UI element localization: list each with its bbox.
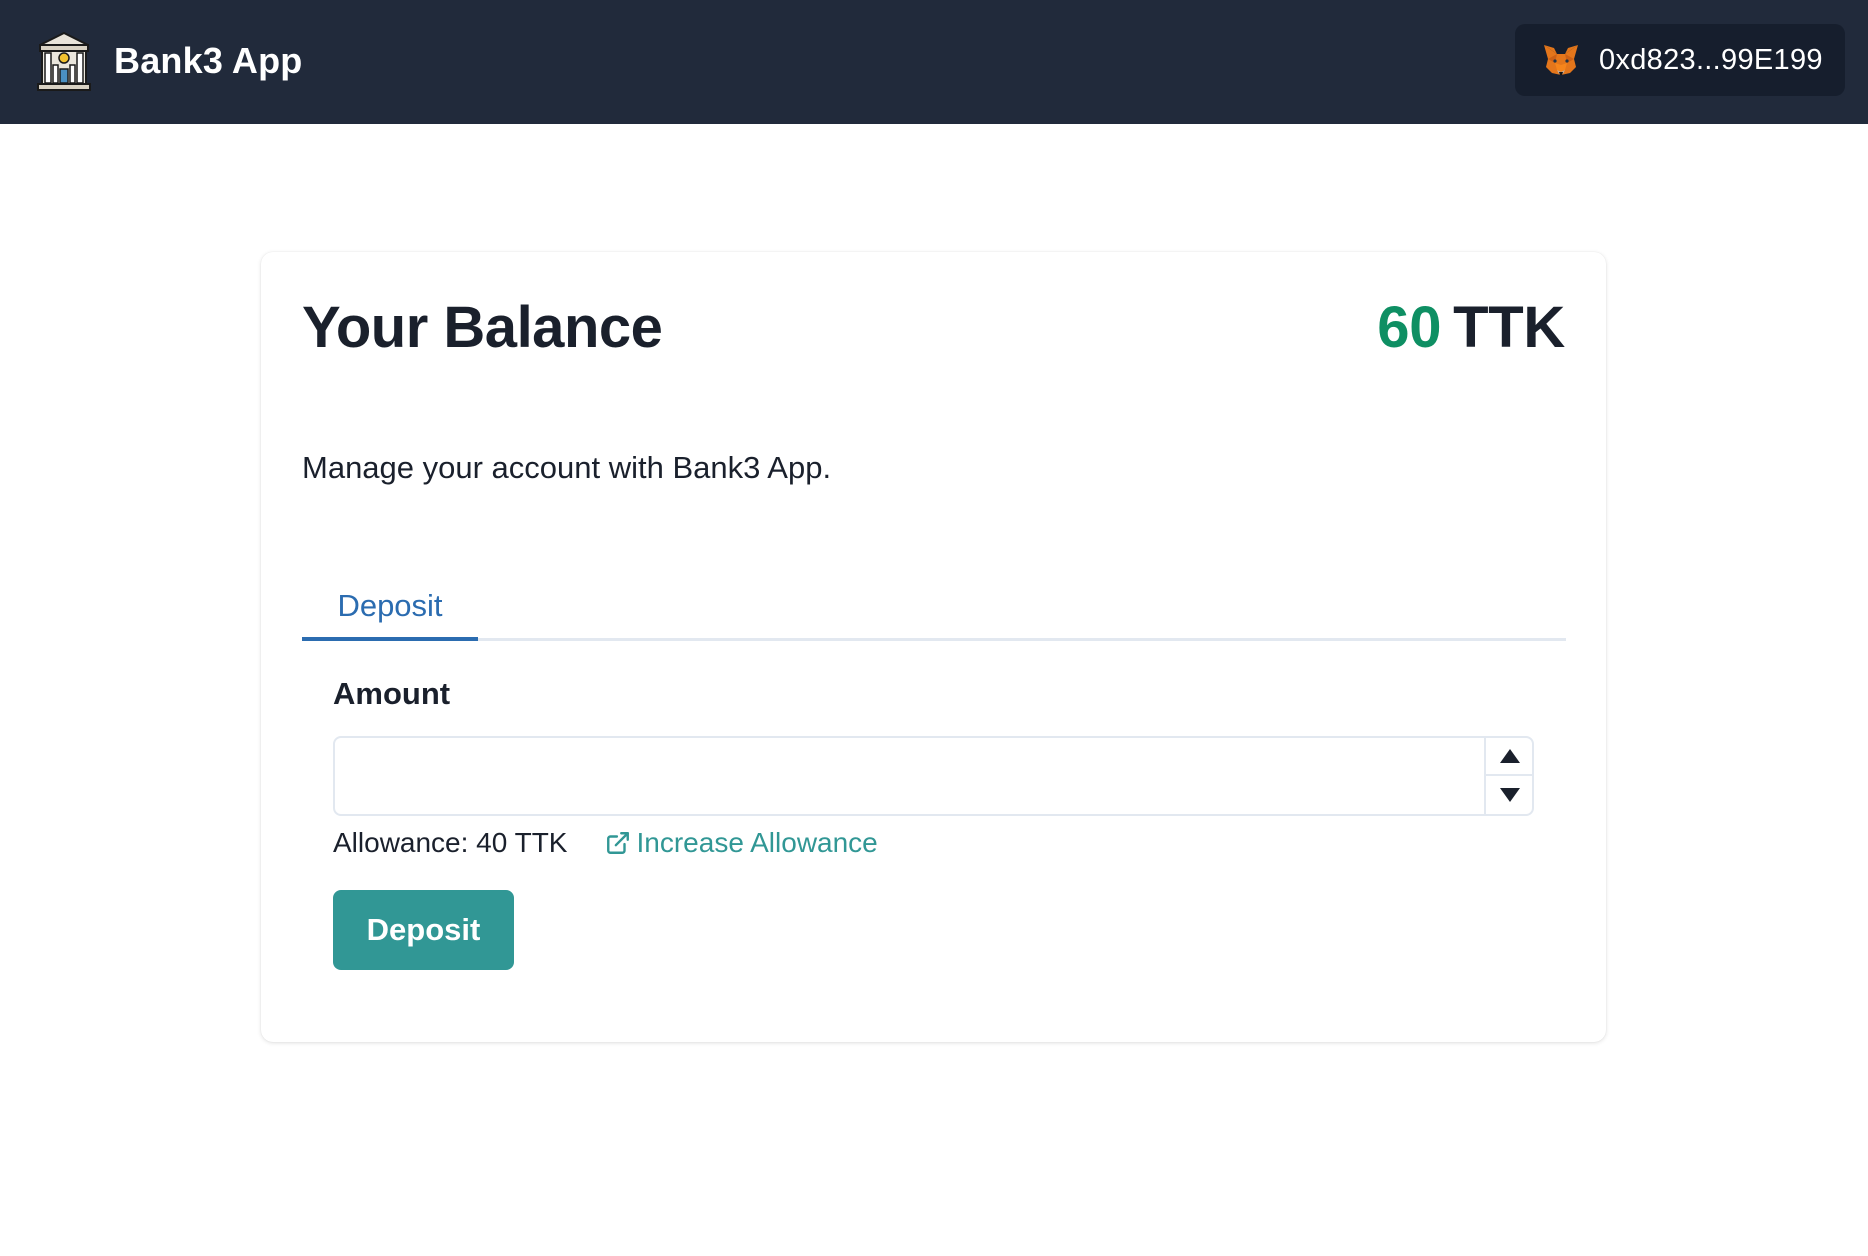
bank-building-icon — [37, 31, 91, 91]
tab-list: Deposit — [302, 574, 1566, 641]
wallet-address: 0xd823...99E199 — [1599, 43, 1823, 76]
brand[interactable]: Bank3 App — [36, 29, 303, 93]
wallet-button[interactable]: 0xd823...99E199 — [1515, 24, 1845, 96]
allowance-text: Allowance: 40 TTK — [333, 827, 568, 858]
caret-up-icon — [1500, 749, 1520, 763]
card-subtitle: Manage your account with Bank3 App. — [302, 450, 832, 485]
balance-unit: TTK — [1453, 295, 1565, 360]
amount-stepper — [1484, 738, 1534, 814]
allowance-row: Allowance: 40 TTK Increase Allowance — [333, 818, 878, 868]
caret-down-icon — [1500, 788, 1520, 802]
balance-card: Your Balance 60 TTK Manage your account w… — [261, 252, 1606, 1042]
app-title: Bank3 App — [114, 40, 303, 81]
deposit-button[interactable]: Deposit — [333, 890, 514, 970]
increase-allowance-link[interactable]: Increase Allowance — [605, 827, 878, 859]
amount-label: Amount — [333, 676, 451, 711]
balance-display: 60 TTK — [1377, 294, 1565, 361]
decrement-button[interactable] — [1486, 776, 1534, 814]
external-link-icon — [606, 832, 629, 854]
increment-button[interactable] — [1486, 738, 1534, 776]
tab-deposit[interactable]: Deposit — [302, 574, 478, 641]
page-title: Your Balance — [302, 295, 663, 360]
balance-amount: 60 — [1377, 295, 1442, 360]
increase-allowance-label: Increase Allowance — [636, 827, 878, 858]
top-navbar: Bank3 App 0xd823...99E199 — [0, 0, 1868, 124]
amount-input[interactable] — [333, 736, 1534, 816]
metamask-fox-icon — [1544, 45, 1578, 75]
